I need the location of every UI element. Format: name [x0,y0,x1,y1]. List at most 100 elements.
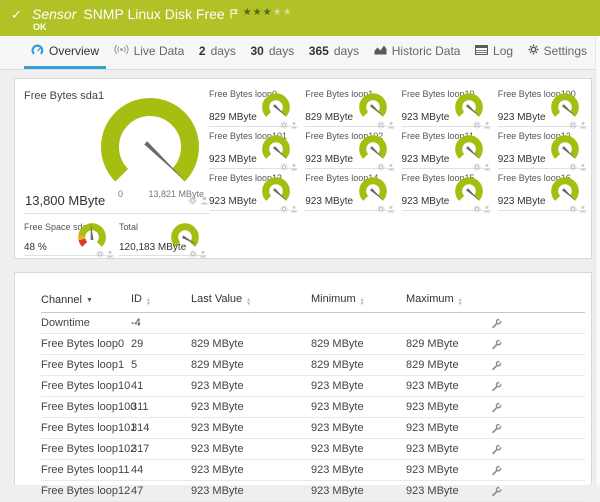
column-header-maximum[interactable]: Maximum ▲ ▼ [406,289,491,313]
cell-last-value: 923 MByte [191,480,311,502]
scrollbar-track[interactable] [595,36,600,485]
user-icon[interactable] [200,192,209,210]
cell-tools [491,375,585,397]
channel-table-row[interactable]: Free Bytes loop0 29 829 MByte 829 MByte … [41,333,585,355]
gauge-panel-total[interactable]: Total 120,183 MByte [119,221,207,258]
cell-maximum: 829 MByte [406,333,491,355]
user-icon[interactable] [199,245,207,263]
edit-gear-icon[interactable] [473,200,481,218]
channel-gauge-value: 829 MByte [305,112,354,123]
column-header-channel[interactable]: Channel ▼ [41,289,131,313]
stars-empty-icon[interactable]: ★★ [273,7,293,18]
cell-maximum [406,312,491,334]
gear-icon [528,44,539,58]
channel-table-row[interactable]: Free Bytes loop1 5 829 MByte 829 MByte 8… [41,354,585,376]
user-icon[interactable] [387,200,395,218]
channel-table-row[interactable]: Free Bytes loop10 41 923 MByte 923 MByte… [41,375,585,397]
cell-minimum: 923 MByte [311,480,406,502]
channel-table-row[interactable]: Free Bytes loop100 311 923 MByte 923 MBy… [41,396,585,418]
channel-gauge-panel[interactable]: Free Bytes loop102 923 MByte [305,129,395,171]
user-icon[interactable] [483,200,491,218]
channel-gauge-panel[interactable]: Free Bytes loop100 923 MByte [497,87,587,129]
priority-stars[interactable]: ★★★★★ [243,7,293,18]
table-header-row: Channel ▼ ID ▲ ▼ Last Value ▲ ▼ Minimum ▲ ▼ Max… [41,289,585,313]
sort-icon: ▲ ▼ [246,297,252,307]
column-label: Last Value [191,293,243,305]
channel-gauge-panel[interactable]: Free Bytes loop14 923 MByte [305,171,395,213]
chart-icon [374,44,387,58]
channel-settings-wrench-icon[interactable] [491,338,585,350]
channel-table-row[interactable]: Free Bytes loop11 44 923 MByte 923 MByte… [41,459,585,481]
column-header-last-value[interactable]: Last Value ▲ ▼ [191,289,311,313]
tab-live-data[interactable]: Live Data [107,36,192,69]
channel-gauge-panel[interactable]: Free Bytes loop1 829 MByte [305,87,395,129]
tab-2-days[interactable]: 2 days [192,36,243,69]
edit-gear-icon[interactable] [189,245,197,263]
edit-gear-icon[interactable] [376,200,385,218]
user-icon[interactable] [290,200,298,218]
tab-historic-data[interactable]: Historic Data [367,36,468,69]
gauge-panel-primary[interactable]: Free Bytes sda1 0 13,821 MByte 13,800 MB… [24,87,210,214]
cell-tools [491,333,585,355]
column-label: ID [131,293,142,305]
gauge-scale-min: 0 [118,189,124,199]
channel-settings-wrench-icon[interactable] [491,401,585,413]
cell-last-value: 923 MByte [191,396,311,418]
tab-label: Overview [49,44,100,58]
channel-settings-wrench-icon[interactable] [491,443,585,455]
user-icon[interactable] [106,245,114,263]
edit-gear-icon[interactable] [569,200,577,218]
channel-gauge-panel[interactable]: Free Bytes loop101 923 MByte [209,129,299,171]
status-badge: OK [33,22,47,32]
tab-overview[interactable]: Overview [24,36,107,69]
channel-gauge-panel[interactable]: Free Bytes loop15 923 MByte [401,171,491,213]
edit-gear-icon[interactable] [280,200,288,218]
cell-last-value: 923 MByte [191,438,311,460]
channel-settings-wrench-icon[interactable] [491,422,585,434]
channel-settings-wrench-icon[interactable] [491,317,585,329]
channel-gauge-panel[interactable]: Free Bytes loop10 923 MByte [401,87,491,129]
log-icon [475,44,489,58]
channel-settings-wrench-icon[interactable] [491,380,585,392]
flag-icon[interactable] [230,6,238,24]
primary-gauge-dial [101,98,199,182]
tab-365-days[interactable]: 365 days [302,36,366,69]
tab-settings[interactable]: Settings [521,36,594,69]
cell-id: 29 [131,333,191,355]
cell-maximum: 923 MByte [406,396,491,418]
channel-gauge-actions [376,200,395,218]
column-header-id[interactable]: ID ▲ ▼ [131,289,191,313]
channel-gauge-panel[interactable]: Free Bytes loop11 923 MByte [401,129,491,171]
channel-settings-wrench-icon[interactable] [491,485,585,497]
channel-gauge-panel[interactable]: Free Bytes loop13 923 MByte [209,171,299,213]
channel-settings-wrench-icon[interactable] [491,464,585,476]
column-header-minimum[interactable]: Minimum ▲ ▼ [311,289,406,313]
tab-log[interactable]: Log [468,36,520,69]
channel-table-row[interactable]: Free Bytes loop12 47 923 MByte 923 MByte… [41,480,585,502]
cell-last-value: 829 MByte [191,354,311,376]
channel-settings-wrench-icon[interactable] [491,359,585,371]
cell-last-value: 829 MByte [191,333,311,355]
tab-30-days[interactable]: 30 days [244,36,302,69]
cell-minimum: 923 MByte [311,438,406,460]
user-icon[interactable] [579,200,587,218]
channel-gauge-value: 923 MByte [401,154,450,165]
channel-gauge-panel[interactable]: Free Bytes loop12 923 MByte [497,129,587,171]
edit-gear-icon[interactable] [96,245,104,263]
channel-gauge-value: 923 MByte [305,196,354,207]
edit-gear-icon[interactable] [188,192,197,210]
cell-last-value: 923 MByte [191,375,311,397]
gauge-panel-free-space[interactable]: Free Space sda1 48 % [24,221,114,258]
channel-table-row[interactable]: Free Bytes loop101 314 923 MByte 923 MBy… [41,417,585,439]
broadcast-icon [114,44,129,58]
channel-gauge-panel[interactable]: Free Bytes loop16 923 MByte [497,171,587,213]
channel-table-row[interactable]: Downtime -4 [41,312,585,334]
stars-filled-icon[interactable]: ★★★ [243,7,273,18]
prtg-sensor-page: ✓ Sensor SNMP Linux Disk Free ★★★★★ OK O… [0,0,600,502]
channel-gauge-panel[interactable]: Free Bytes loop0 829 MByte [209,87,299,129]
cell-tools [491,417,585,439]
channel-table-row[interactable]: Free Bytes loop102 317 923 MByte 923 MBy… [41,438,585,460]
cell-tools [491,480,585,502]
cell-maximum: 829 MByte [406,354,491,376]
channel-gauge-value: 923 MByte [401,196,450,207]
